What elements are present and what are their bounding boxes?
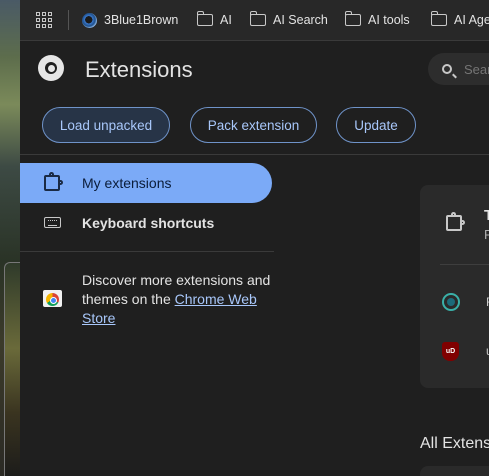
extension-card: T P F uD u (420, 185, 489, 388)
bookmarks-separator (68, 10, 69, 30)
chrome-logo-icon (38, 55, 64, 81)
ublock-shield-icon: uD (442, 342, 459, 361)
bookmark-3blue1brown[interactable]: 3Blue1Brown (82, 11, 178, 29)
folder-icon (344, 11, 361, 26)
page-title: Extensions (85, 57, 193, 82)
folder-icon (196, 11, 213, 26)
card-title: T (484, 207, 489, 224)
pack-extension-button[interactable]: Pack extension (190, 107, 317, 143)
folder-icon (249, 11, 266, 26)
folder-icon (430, 11, 447, 26)
update-button[interactable]: Update (336, 107, 416, 143)
bookmark-folder-ai[interactable]: AI (196, 11, 232, 29)
sidebar-divider (20, 251, 274, 252)
all-extensions-heading: All Extens (420, 435, 489, 452)
bookmark-folder-ai-age[interactable]: AI Age (430, 11, 489, 29)
discover-more-text: Discover more extensions and themes on t… (82, 271, 272, 328)
bookmark-folder-ai-search[interactable]: AI Search (249, 11, 328, 29)
toolbar-divider (20, 154, 489, 155)
search-box[interactable] (428, 53, 489, 85)
sidebar-item-my-extensions[interactable]: My extensions (20, 163, 272, 203)
load-unpacked-button[interactable]: Load unpacked (42, 107, 170, 143)
bookmark-label: AI Age (454, 13, 489, 27)
puzzle-icon (44, 172, 63, 191)
sidebar-item-keyboard-shortcuts[interactable]: Keyboard shortcuts (20, 203, 272, 243)
bookmark-label: AI Search (273, 13, 328, 27)
sidebar-item-label: Keyboard shortcuts (82, 215, 215, 231)
keyboard-icon (44, 217, 61, 228)
desktop-wallpaper (0, 0, 21, 476)
extension-icon (442, 293, 460, 311)
bookmark-folder-ai-tools[interactable]: AI tools (344, 11, 410, 29)
search-input[interactable] (462, 60, 489, 78)
sidebar-item-label: My extensions (82, 175, 172, 191)
bookmark-label: AI (220, 13, 232, 27)
card-subtitle: P (484, 227, 489, 242)
bookmarks-bar: 3Blue1Brown AI AI Search AI tools AI Age (20, 0, 489, 41)
extension-list-card (420, 466, 489, 476)
screen: 3Blue1Brown AI AI Search AI tools AI Age… (0, 0, 489, 476)
bookmark-label: 3Blue1Brown (104, 13, 179, 27)
apps-grid-icon[interactable] (36, 12, 52, 28)
puzzle-icon (446, 212, 465, 231)
chrome-web-store-icon (43, 290, 62, 307)
card-divider (440, 264, 489, 265)
3blue1brown-favicon (82, 12, 97, 28)
bookmark-label: AI tools (368, 13, 410, 27)
browser-window: 3Blue1Brown AI AI Search AI tools AI Age… (20, 0, 489, 476)
search-icon (442, 64, 452, 74)
